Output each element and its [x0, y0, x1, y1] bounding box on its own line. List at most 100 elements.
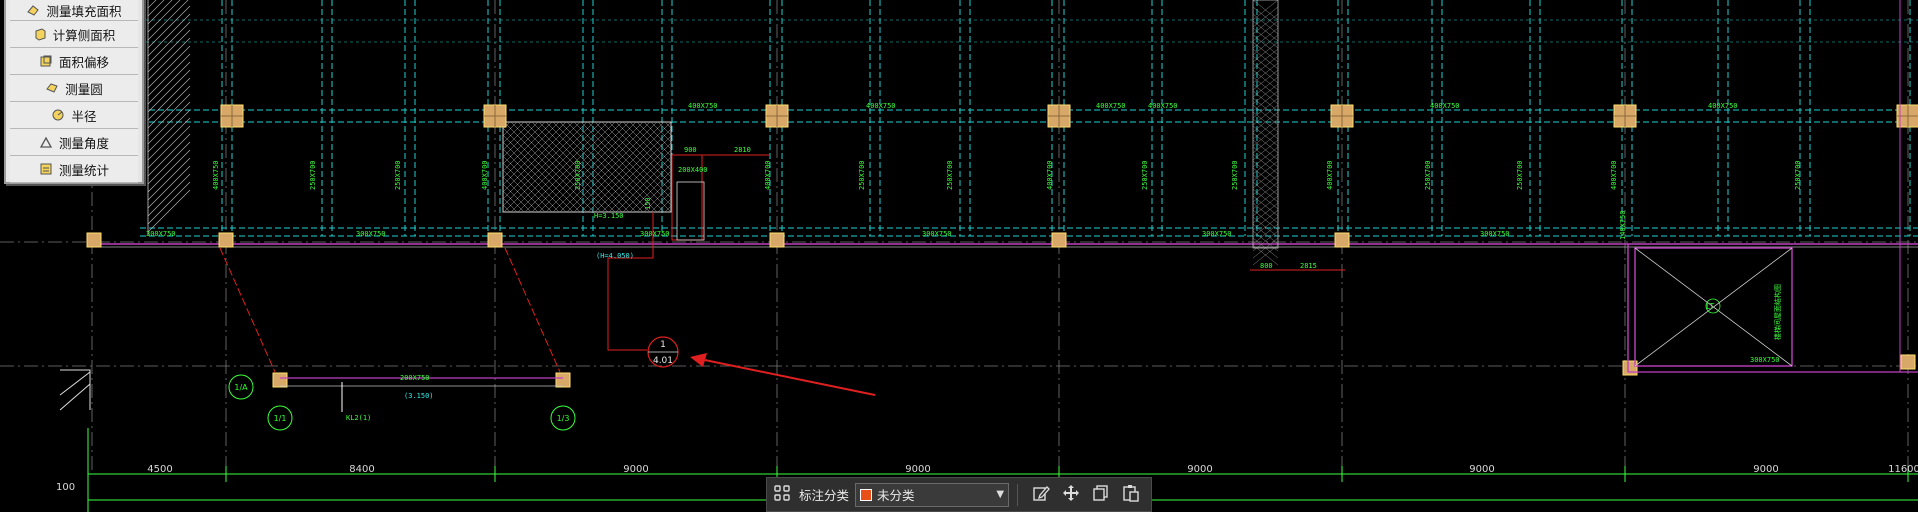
- hatch-line: [502, 176, 539, 213]
- hatch-line: [502, 197, 518, 213]
- menu-item-radius[interactable]: 半径: [10, 102, 138, 129]
- side-area-icon: [33, 27, 47, 41]
- dimension-label: 4500: [147, 464, 172, 475]
- small-dimension: 900: [684, 146, 697, 154]
- beam-label: 400X700: [1046, 160, 1054, 190]
- beam-label: 200X750: [400, 374, 430, 382]
- opening-note: (H=4.050): [596, 252, 634, 260]
- callout-top-label: 1: [660, 340, 666, 350]
- beam-label: 300X750: [1202, 230, 1232, 238]
- column: [487, 232, 503, 248]
- axis-grid-lines: [0, 0, 1918, 470]
- detail-box: [676, 181, 705, 241]
- opening-side-label: 楼梯间屋面结构图: [1773, 284, 1782, 340]
- radius-icon: [51, 108, 65, 122]
- dimension-label: 9000: [1469, 464, 1494, 475]
- cad-drawing-canvas[interactable]: 4500 8400 9000 9000 9000 9000 9000 11600 100 400X…: [0, 0, 1918, 512]
- edit-icon: [1032, 484, 1050, 505]
- hatch-line: [502, 121, 560, 179]
- column: [1334, 232, 1350, 248]
- beam-label: 300X750: [1480, 230, 1510, 238]
- hatch-line: [147, 21, 191, 65]
- hatch-line: [147, 181, 191, 225]
- beam-label: 250X700: [1231, 160, 1239, 190]
- paste-button[interactable]: [1116, 480, 1146, 510]
- column: [218, 232, 234, 248]
- beam-label: 250X700: [1141, 160, 1149, 190]
- hatch-line: [147, 45, 191, 89]
- dimension-label: 9000: [623, 464, 648, 475]
- grid-button[interactable]: [767, 480, 797, 510]
- beam-label: 250X700: [1424, 160, 1432, 190]
- menu-item-measure-fill-area[interactable]: 测量填充面积: [10, 0, 138, 21]
- beam-label: 400X700: [481, 160, 489, 190]
- column: [555, 372, 571, 388]
- hatch-line: [147, 69, 191, 113]
- hatch-line: [147, 61, 191, 105]
- area-offset-icon: [39, 54, 53, 68]
- corner-symbol: [59, 383, 91, 411]
- column: [1051, 232, 1067, 248]
- dimension-label: 9000: [905, 464, 930, 475]
- menu-item-label: 半径: [71, 108, 97, 124]
- red-guide: [219, 247, 276, 373]
- beam-label: 300X750: [146, 230, 176, 238]
- beam-label: 300X750: [922, 230, 952, 238]
- hatch-line: [147, 149, 191, 193]
- hatch-line: [147, 29, 191, 73]
- beam-name-label: KL2(1): [346, 414, 371, 422]
- hatch-line: [147, 117, 191, 161]
- opening-note: H=3.150: [594, 212, 624, 220]
- beam-label: 400X700: [1610, 160, 1618, 190]
- angle-icon: [39, 135, 53, 149]
- menu-item-label: 测量角度: [58, 135, 109, 151]
- hatch-line: [502, 121, 539, 158]
- beam-label: 250X700: [1516, 160, 1524, 190]
- hatch-line: [502, 121, 532, 151]
- dimension-label: 11600: [1888, 464, 1918, 475]
- menu-item-side-area[interactable]: 计算侧面积: [10, 21, 138, 48]
- menu-item-measure-angle[interactable]: 测量角度: [10, 129, 138, 156]
- beam-label: 140X750: [1619, 210, 1627, 240]
- small-dimension: 2810: [734, 146, 751, 154]
- menu-item-statistics[interactable]: 测量统计: [10, 156, 138, 183]
- annotation-toolbar: 标注分类 未分类 ▼: [766, 477, 1152, 512]
- beam-label: 400X700: [1326, 160, 1334, 190]
- hatch-line: [147, 125, 191, 169]
- small-dimension: 200X400: [678, 166, 708, 174]
- beam-label: 250X700: [309, 160, 317, 190]
- annotation-category-label: 标注分类: [799, 488, 850, 503]
- annotation-arrow-line: [694, 357, 876, 396]
- beam-label: 400X750: [688, 102, 718, 110]
- toolbar-divider: [1017, 483, 1019, 506]
- beam-label: 300X750: [356, 230, 386, 238]
- column: [1900, 354, 1916, 370]
- beam-label: 400X750: [212, 160, 220, 190]
- beam-label: 250X700: [858, 160, 866, 190]
- grid-icon: [773, 484, 791, 505]
- copy-button[interactable]: [1086, 480, 1116, 510]
- annotation-category-select[interactable]: 未分类 ▼: [855, 482, 1010, 507]
- hatch-line: [147, 37, 191, 81]
- hatch-line: [147, 133, 191, 177]
- category-select-value: 未分类: [877, 488, 915, 503]
- beam-label: 400X700: [764, 160, 772, 190]
- small-dimension: 150: [644, 197, 652, 210]
- axis-bubble-label: 1/A: [234, 383, 248, 392]
- category-color-swatch: [860, 488, 873, 501]
- beam-label: (3.150): [404, 392, 434, 400]
- chevron-down-icon: ▼: [996, 489, 1005, 500]
- menu-item-area-offset[interactable]: 面积偏移: [10, 48, 138, 75]
- edit-button[interactable]: [1026, 480, 1056, 510]
- menu-item-measure-circle[interactable]: 测量圆: [10, 75, 138, 102]
- hatch-line: [147, 141, 191, 185]
- beam-label: 250X700: [394, 160, 402, 190]
- hatch-line: [147, 165, 191, 209]
- column: [272, 372, 288, 388]
- callout-bottom-label: 4.01: [653, 356, 673, 366]
- beam-label: 300X750: [1750, 356, 1780, 364]
- move-button[interactable]: [1056, 480, 1086, 510]
- beam-label: 400X750: [1708, 102, 1738, 110]
- paste-icon: [1122, 484, 1140, 505]
- dimension-label: 100: [56, 482, 75, 493]
